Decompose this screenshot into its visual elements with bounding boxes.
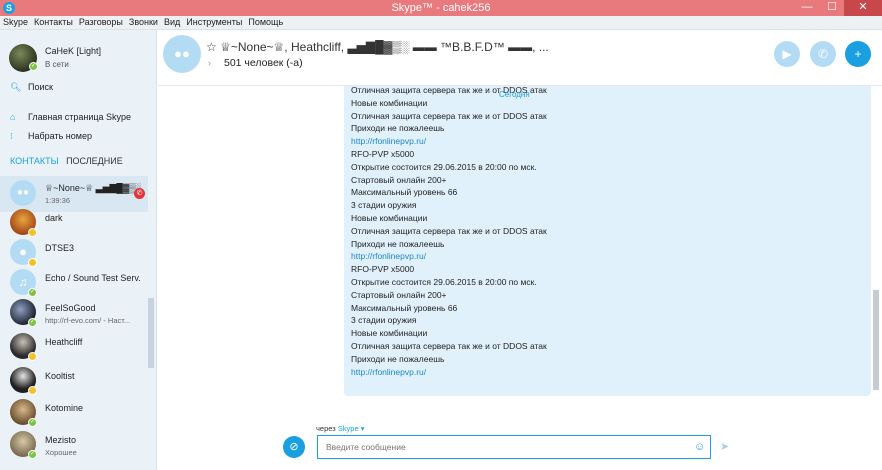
message-line: Новые комбинации: [351, 97, 428, 108]
group-avatar-icon: ●●: [163, 35, 201, 73]
message-line: Отличная защита сервера так же и от DDOS…: [351, 341, 547, 351]
add-person-button[interactable]: +: [845, 41, 871, 67]
away-presence-icon: [28, 386, 37, 395]
online-presence-icon: ✓: [28, 418, 37, 427]
profile-status[interactable]: В сети: [45, 60, 69, 69]
close-button[interactable]: ✕: [844, 0, 882, 16]
online-presence-icon: ✓: [29, 62, 38, 71]
conversation-title[interactable]: ☆ ♕~None~♕, Heathcliff, ▃▅▇█▓▒░ ▬▬ ™B.B.…: [206, 40, 549, 54]
message-line: Отличная защита сервера так же и от DDOS…: [351, 110, 547, 121]
date-separator: Сегодня: [499, 90, 530, 99]
profile-name: CaHeK [Light]: [45, 46, 102, 56]
menu-skype[interactable]: Skype: [0, 16, 31, 29]
conversation-header: ●● ☆ ♕~None~♕, Heathcliff, ▃▅▇█▓▒░ ▬▬ ™B…: [158, 30, 882, 86]
message-input[interactable]: [317, 435, 711, 459]
call-duration: 1:39:36: [45, 196, 71, 205]
dial-label: Набрать номер: [28, 131, 92, 141]
via-service-dropdown[interactable]: Skype ▾: [338, 424, 365, 433]
profile-block[interactable]: ✓ CaHeK [Light] В сети: [0, 30, 157, 78]
search-icon: 🔍︎: [10, 82, 22, 92]
contact-item[interactable]: ✓ Kotomine: [0, 396, 148, 432]
message-bubble: Отличная защита сервера так же и от DDOS…: [344, 86, 871, 396]
contact-name: DTSE3: [45, 243, 75, 253]
send-icon[interactable]: ➤: [720, 440, 729, 453]
message-line: Приходи не пожалеешь: [351, 238, 445, 249]
paperclip-icon[interactable]: ⊘: [283, 436, 305, 458]
video-call-button[interactable]: ▶: [774, 41, 800, 67]
message-line: Стартовый онлайн 200+: [351, 289, 447, 300]
sidebar: ✓ CaHeK [Light] В сети 🔍︎ Поиск ⌂ Главная …: [0, 30, 157, 470]
menu-calls[interactable]: Звонки: [126, 16, 161, 29]
online-presence-icon: ✓: [28, 318, 37, 327]
message-link[interactable]: http://rfonlinepvp.ru/: [351, 136, 426, 146]
message-line: Отличная защита сервера так же и от DDOS…: [351, 225, 547, 236]
message-line: Стартовый онлайн 200+: [351, 174, 447, 185]
message-link[interactable]: http://rfonlinepvp.ru/: [351, 367, 426, 377]
message-line: Открытие состоится 29.06.2015 в 20:00 по…: [351, 277, 537, 287]
home-item[interactable]: ⌂ Главная страница Skype: [10, 112, 131, 122]
menu-tools[interactable]: Инструменты: [183, 16, 245, 29]
via-prefix: через: [316, 424, 336, 433]
via-label: через Skype ▾: [316, 424, 365, 433]
contact-name: Echo / Sound Test Serv...: [45, 273, 141, 283]
contact-item[interactable]: Kooltist: [0, 364, 148, 400]
message-line: RFO-PVP x5000: [351, 149, 415, 159]
contact-item[interactable]: ✓ FeelSoGood http://rf-evo.com/ - Наст..…: [0, 296, 148, 332]
call-button[interactable]: ✆: [810, 41, 836, 67]
home-icon: ⌂: [10, 112, 16, 122]
tab-recent[interactable]: ПОСЛЕДНИЕ: [66, 156, 123, 166]
emoji-icon[interactable]: ☺: [694, 441, 705, 453]
message-link[interactable]: http://rfonlinepvp.ru/: [351, 251, 426, 261]
message-line: 3 стадии оружия: [351, 200, 417, 211]
message-line: Новые комбинации: [351, 328, 428, 339]
dialpad-icon: ⁝: [10, 131, 13, 141]
window-title: Skype™ - cahek256: [391, 2, 491, 14]
contact-item[interactable]: ✓ Mezisto Хорошее: [0, 428, 148, 464]
contact-name: Kotomine: [45, 403, 84, 413]
contact-mood: Хорошее: [45, 448, 77, 457]
end-call-icon[interactable]: ✆: [134, 188, 145, 199]
participant-count[interactable]: 501 человек (-а): [224, 57, 303, 69]
chat-scrollbar[interactable]: [873, 290, 879, 390]
message-line: RFO-PVP x5000: [351, 264, 415, 275]
contact-mood: http://rf-evo.com/ - Наст...: [45, 316, 131, 325]
chevron-right-icon[interactable]: ›: [208, 58, 211, 68]
message-line: Новые комбинации: [351, 213, 428, 223]
message-line: 3 стадии оружия: [351, 315, 417, 326]
online-presence-icon: ✓: [28, 450, 37, 459]
maximize-button[interactable]: ☐: [820, 0, 844, 16]
contact-name: dark: [45, 213, 63, 223]
message-line: Приходи не пожалеешь: [351, 123, 445, 134]
search-item[interactable]: 🔍︎ Поиск: [10, 82, 53, 93]
minimize-button[interactable]: —: [794, 0, 820, 16]
contact-item[interactable]: Heathcliff: [0, 330, 148, 366]
contact-name: Kooltist: [45, 371, 75, 381]
message-line: Приходи не пожалеешь: [351, 353, 445, 364]
menu-view[interactable]: Вид: [161, 16, 183, 29]
menu-contacts[interactable]: Контакты: [31, 16, 76, 29]
contact-name: Mezisto: [45, 435, 77, 445]
message-line: Максимальный уровень 66: [351, 302, 458, 313]
away-presence-icon: [28, 352, 37, 361]
chat-area: Отличная защита сервера так же и от DDOS…: [158, 86, 882, 402]
contact-tabs: КОНТАКТЫ ПОСЛЕДНИЕ: [10, 156, 128, 166]
home-label: Главная страница Skype: [28, 112, 132, 122]
message-line: Максимальный уровень 66: [351, 187, 458, 198]
contact-name: FeelSoGood: [45, 303, 96, 313]
group-avatar-icon: ●●: [10, 180, 36, 206]
tab-contacts[interactable]: КОНТАКТЫ: [10, 156, 59, 166]
contact-name: ♕~None~♕ ▃▅▇█▓▒░: [45, 183, 141, 193]
title-bar: S Skype™ - cahek256 — ☐ ✕: [0, 0, 882, 16]
menu-bar: Skype Контакты Разговоры Звонки Вид Инструмен…: [0, 16, 882, 30]
dial-item[interactable]: ⁝ Набрать номер: [10, 131, 92, 142]
menu-help[interactable]: Помощь: [245, 16, 286, 29]
contact-name: Heathcliff: [45, 337, 83, 347]
menu-conversations[interactable]: Разговоры: [76, 16, 126, 29]
contact-list-scrollbar[interactable]: [148, 298, 154, 368]
composer: через Skype ▾ ⊘ ☺ ➤: [158, 402, 882, 470]
message-line: Открытие состоится 29.06.2015 в 20:00 по…: [351, 161, 537, 172]
search-label: Поиск: [28, 82, 53, 92]
